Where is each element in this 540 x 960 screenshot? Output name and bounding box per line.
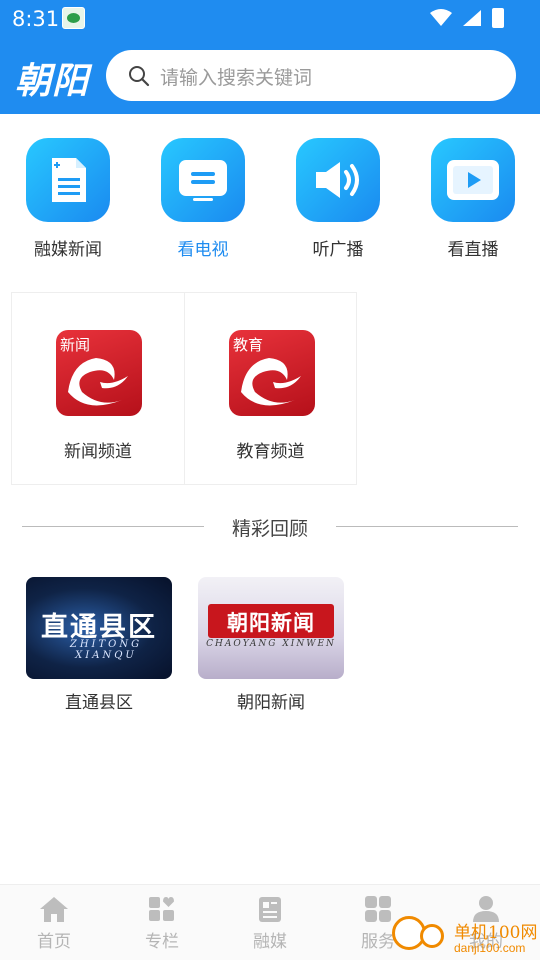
speaker-icon [296, 138, 380, 222]
category-label: 看电视 [177, 240, 229, 259]
section-header: 精彩回顾 [22, 512, 518, 540]
column-icon [149, 897, 174, 921]
channel-news[interactable]: 新闻 新闻频道 [12, 293, 184, 484]
replay-card-county[interactable]: 直通县区 ZHITONG XIANQU 直通县区 [26, 577, 172, 713]
channel-tag: 新闻 [60, 337, 91, 354]
category-label: 听广播 [312, 240, 364, 259]
watermark-logo [420, 924, 444, 948]
wifi-icon [430, 9, 452, 26]
replay-thumbnail: 直通县区 ZHITONG XIANQU [26, 577, 172, 679]
status-bar: 8:31 [0, 0, 540, 36]
nav-label: 专栏 [145, 932, 179, 951]
search-placeholder: 请输入搜索关键词 [160, 68, 313, 89]
news-doc-icon [26, 138, 110, 222]
category-radio[interactable]: 听广播 [283, 138, 393, 260]
nav-label: 融媒 [253, 932, 287, 951]
channel-tag: 教育 [233, 337, 264, 354]
play-icon [431, 138, 515, 222]
nav-media[interactable]: 融媒 [230, 895, 310, 952]
watermark-text: 单机100网 [454, 923, 538, 943]
thumbnail-title: 朝阳新闻 [227, 610, 315, 635]
app-logo: 朝阳 [15, 60, 90, 102]
grid-icon [365, 896, 391, 922]
watermark: 单机100网 danji100.com [392, 914, 540, 960]
category-news[interactable]: 融媒新闻 [13, 138, 123, 260]
watermark-url: danji100.com [454, 941, 526, 955]
category-label: 看直播 [447, 240, 499, 259]
nav-label: 首页 [37, 932, 71, 951]
nav-home[interactable]: 首页 [14, 895, 94, 952]
thumbnail-pinyin: ZHITONG XIANQU [69, 639, 143, 661]
replay-card-chaoyang-news[interactable]: 朝阳新闻 CHAOYANG XINWEN 朝阳新闻 [198, 577, 344, 713]
category-tv[interactable]: 看电视 [148, 138, 258, 260]
search-icon [129, 66, 150, 87]
thumbnail-pinyin: CHAOYANG XINWEN [206, 639, 336, 649]
channel-name: 新闻频道 [64, 442, 132, 461]
app-notification-icon [62, 7, 85, 29]
channel-name: 教育频道 [236, 442, 305, 461]
replay-title: 朝阳新闻 [237, 693, 305, 712]
category-label: 融媒新闻 [34, 240, 102, 259]
channel-logo: 新闻 [56, 330, 142, 416]
replay-title: 直通县区 [65, 693, 133, 712]
tv-icon [161, 138, 245, 222]
media-icon [259, 897, 281, 922]
divider-right [336, 526, 518, 527]
signal-icon [463, 10, 481, 26]
nav-column[interactable]: 专栏 [122, 895, 202, 952]
channel-logo: 教育 [229, 330, 315, 416]
channel-education[interactable]: 教育 教育频道 [184, 293, 356, 484]
section-title: 精彩回顾 [231, 519, 308, 540]
category-live[interactable]: 看直播 [418, 138, 528, 260]
channel-grid: 新闻 新闻频道 教育 教育频道 [11, 292, 357, 485]
replay-thumbnail: 朝阳新闻 CHAOYANG XINWEN [198, 577, 344, 679]
status-time: 8:31 [12, 7, 60, 31]
battery-icon [492, 8, 504, 28]
category-row: 融媒新闻 看电视 听广播 看直播 [0, 138, 540, 268]
home-icon [40, 897, 68, 922]
search-bar[interactable]: 请输入搜索关键词 [106, 50, 516, 101]
